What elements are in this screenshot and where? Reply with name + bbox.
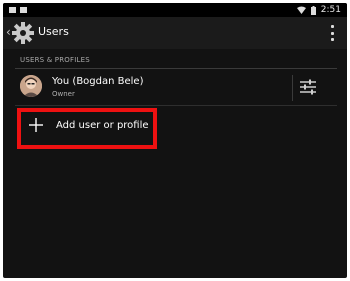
notification-icon [20,7,27,13]
sliders-icon[interactable] [298,78,318,96]
battery-icon [310,5,316,15]
user-role: Owner [52,90,75,98]
section-header: USERS & PROFILES [20,56,90,64]
plus-icon [29,118,43,132]
status-left [9,3,27,17]
row-divider [15,105,337,106]
row-vertical-divider [292,75,293,101]
add-user-label: Add user or profile [56,120,149,131]
avatar-photo-icon [20,75,42,97]
page-title: Users [38,25,69,38]
user-row[interactable]: You (Bogdan Bele) Owner [3,69,347,105]
gear-icon[interactable] [11,21,35,45]
more-vert-icon[interactable] [331,25,335,41]
user-name: You (Bogdan Bele) [52,76,144,87]
add-user-button[interactable]: Add user or profile [17,108,149,146]
status-right: 2:51 [296,3,341,17]
screenshot: 2:51 ‹ Users USERS & PROFILES You (Bogda… [0,0,350,281]
status-bar: 2:51 [3,3,347,17]
wifi-icon [296,6,306,14]
action-bar: ‹ Users [3,17,347,49]
status-time: 2:51 [320,5,341,15]
device-screen: 2:51 ‹ Users USERS & PROFILES You (Bogda… [3,3,347,278]
avatar [20,75,42,97]
notification-icon [9,7,16,13]
